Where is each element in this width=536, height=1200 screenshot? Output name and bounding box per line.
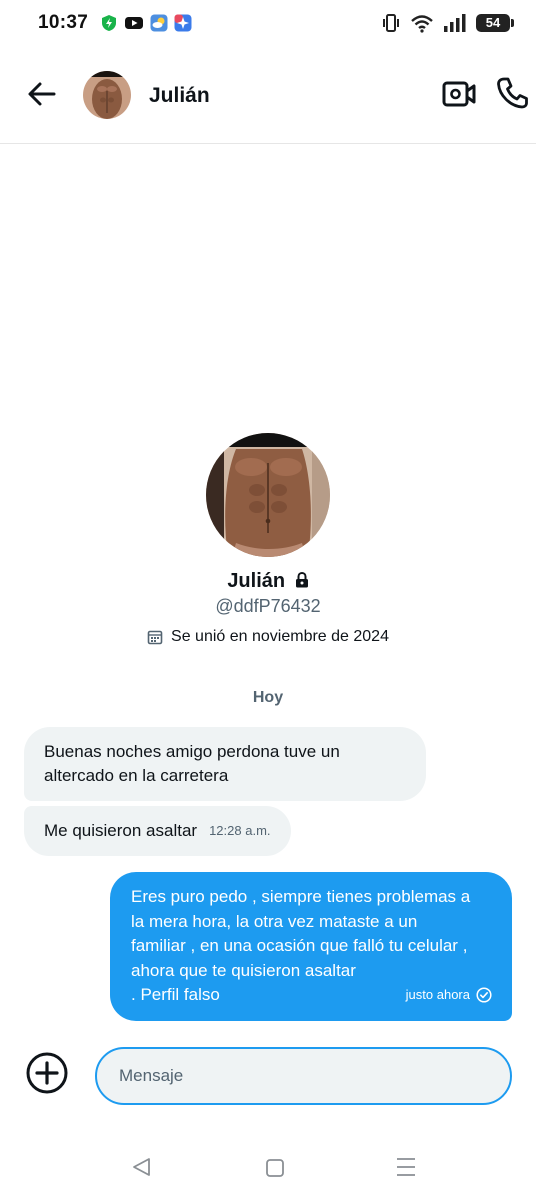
profile-handle: @ddfP76432 bbox=[215, 596, 321, 616]
message-input[interactable] bbox=[95, 1047, 512, 1105]
lock-icon bbox=[295, 572, 308, 588]
vibrate-icon bbox=[383, 14, 399, 32]
app-icon bbox=[174, 14, 192, 32]
notification-icons bbox=[100, 14, 192, 32]
message-text-line: ahora que te quisieron asaltar bbox=[131, 960, 356, 980]
profile-name-row: Julián bbox=[0, 570, 536, 593]
message-text-line: Eres puro pedo , siempre tienes problema… bbox=[131, 887, 471, 906]
conversation-header: Julián bbox=[0, 46, 536, 144]
message-text-line: la mera hora, la otra vez mataste a un bbox=[131, 911, 418, 931]
nav-menu-icon[interactable] bbox=[396, 1157, 416, 1177]
system-icons: 54 bbox=[381, 13, 514, 33]
calendar-icon bbox=[147, 630, 163, 645]
video-call-icon[interactable] bbox=[442, 79, 476, 109]
profile-name: Julián bbox=[227, 570, 286, 592]
shield-icon bbox=[102, 15, 116, 31]
sent-check-icon bbox=[476, 987, 492, 1003]
nav-home-icon[interactable] bbox=[265, 1158, 285, 1178]
nav-back-icon[interactable] bbox=[131, 1157, 153, 1177]
outgoing-message[interactable]: Eres puro pedo , siempre tienes problema… bbox=[110, 872, 512, 1021]
message-text-line: familiar , en una ocasión que falló tu c… bbox=[131, 936, 468, 955]
phone-icon[interactable] bbox=[496, 76, 528, 110]
incoming-message[interactable]: Me quisieron asaltar 12:28 a.m. bbox=[24, 806, 291, 856]
status-time: 10:37 bbox=[38, 12, 89, 33]
message-text: Me quisieron asaltar bbox=[44, 821, 198, 840]
add-icon[interactable] bbox=[26, 1052, 68, 1094]
wifi-icon bbox=[411, 15, 433, 33]
avatar[interactable] bbox=[83, 71, 131, 119]
message-text-line: altercado en la carretera bbox=[44, 766, 229, 785]
date-separator: Hoy bbox=[252, 689, 284, 706]
message-last-row: . Perfil falso justo ahora bbox=[131, 983, 492, 1008]
profile-avatar[interactable] bbox=[206, 433, 330, 557]
weather-icon bbox=[150, 14, 168, 32]
status-bar: 10:37 54 bbox=[0, 0, 536, 46]
message-status: justo ahora bbox=[406, 983, 492, 1008]
youtube-icon bbox=[125, 17, 143, 29]
incoming-message[interactable]: Buenas noches amigo perdona tuve un alte… bbox=[24, 727, 426, 801]
message-text-line: . Perfil falso bbox=[131, 985, 220, 1004]
back-arrow-icon[interactable] bbox=[26, 78, 58, 110]
contact-name[interactable]: Julián bbox=[149, 84, 210, 108]
join-date-row: Se unió en noviembre de 2024 bbox=[0, 628, 536, 646]
join-date: Se unió en noviembre de 2024 bbox=[171, 628, 389, 645]
message-timestamp: justo ahora bbox=[405, 987, 470, 1002]
signal-icon bbox=[444, 14, 466, 32]
battery-icon: 54 bbox=[476, 14, 514, 32]
message-timestamp: 12:28 a.m. bbox=[209, 823, 271, 838]
message-text-line: Buenas noches amigo perdona tuve un bbox=[44, 742, 340, 761]
